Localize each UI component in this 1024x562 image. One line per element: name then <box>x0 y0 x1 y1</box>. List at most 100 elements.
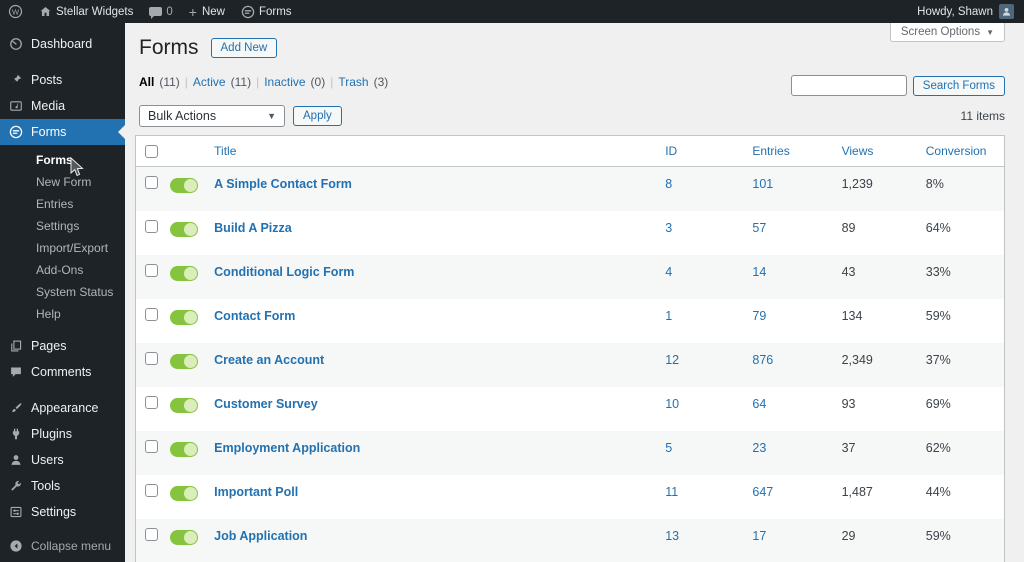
search-input[interactable] <box>790 75 907 96</box>
admin-bar-forms-menu[interactable]: Forms <box>233 0 300 23</box>
submenu-item-settings[interactable]: Settings <box>0 215 125 237</box>
collapse-menu-button[interactable]: Collapse menu <box>0 533 125 559</box>
form-title-link[interactable]: Build A Pizza <box>206 211 655 255</box>
form-entries-link[interactable]: 79 <box>752 309 766 323</box>
sidebar-item-posts[interactable]: Posts <box>0 67 125 93</box>
submenu-item-help[interactable]: Help <box>0 303 125 325</box>
form-entries-link[interactable]: 647 <box>752 485 773 499</box>
form-active-toggle[interactable] <box>170 353 199 369</box>
form-entries-link[interactable]: 57 <box>752 221 766 235</box>
column-header-conversion[interactable]: Conversion <box>912 136 1004 167</box>
form-entries-link[interactable]: 17 <box>752 529 766 543</box>
form-id-link[interactable]: 1 <box>665 309 672 323</box>
submenu-item-new-form[interactable]: New Form <box>0 171 125 193</box>
form-conversion: 59% <box>925 528 951 543</box>
form-entries-link[interactable]: 23 <box>752 441 766 455</box>
row-checkbox[interactable] <box>145 483 158 497</box>
row-checkbox[interactable] <box>145 176 158 189</box>
form-conversion: 64% <box>925 220 951 235</box>
submenu-item-system-status[interactable]: System Status <box>0 281 125 303</box>
form-views: 134 <box>841 308 863 323</box>
account-menu[interactable]: Howdy, Shawn <box>907 4 1024 19</box>
filter-inactive[interactable]: Inactive <box>264 75 305 89</box>
form-id-link[interactable]: 10 <box>665 397 679 411</box>
submenu-item-entries[interactable]: Entries <box>0 193 125 215</box>
form-active-toggle[interactable] <box>170 529 199 545</box>
form-id-link[interactable]: 11 <box>665 485 678 499</box>
column-header-views[interactable]: Views <box>828 136 913 167</box>
sidebar-item-dashboard[interactable]: Dashboard <box>0 31 125 57</box>
sidebar-item-plugins[interactable]: Plugins <box>0 421 125 447</box>
site-name-menu[interactable]: Stellar Widgets <box>31 0 141 23</box>
form-entries-link[interactable]: 876 <box>752 353 773 367</box>
plug-icon <box>8 427 23 442</box>
form-title-link[interactable]: Employment Application <box>206 431 655 475</box>
row-checkbox[interactable] <box>145 395 158 409</box>
row-checkbox[interactable] <box>145 263 158 277</box>
apply-button[interactable]: Apply <box>293 106 342 126</box>
admin-bar-forms-label: Forms <box>258 5 292 18</box>
sidebar-item-label: Comments <box>31 365 92 379</box>
row-checkbox[interactable] <box>145 439 158 453</box>
sidebar-item-settings[interactable]: Settings <box>0 499 125 525</box>
column-header-entries[interactable]: Entries <box>740 136 829 167</box>
form-title-link[interactable]: Create an Account <box>206 343 655 387</box>
sidebar-item-appearance[interactable]: Appearance <box>0 395 125 421</box>
form-active-toggle[interactable] <box>170 397 199 413</box>
submenu-item-add-ons[interactable]: Add-Ons <box>0 259 125 281</box>
form-active-toggle[interactable] <box>170 485 199 501</box>
form-active-toggle[interactable] <box>170 221 199 237</box>
form-views: 2,349 <box>841 352 873 367</box>
form-entries-link[interactable]: 101 <box>752 177 773 191</box>
form-id-link[interactable]: 5 <box>665 441 672 455</box>
screen-options-button[interactable]: Screen Options ▼ <box>889 23 1005 42</box>
form-entries-link[interactable]: 14 <box>752 265 766 279</box>
form-title-link[interactable]: Contact Form <box>206 299 655 343</box>
form-id-link[interactable]: 3 <box>665 221 672 235</box>
filter-active[interactable]: Active <box>193 75 226 89</box>
sidebar-item-forms[interactable]: Forms <box>0 119 125 145</box>
form-title-link[interactable]: Important Poll <box>206 475 655 519</box>
sidebar-item-label: Media <box>31 99 66 113</box>
form-active-toggle[interactable] <box>170 265 199 281</box>
form-active-toggle[interactable] <box>170 441 199 457</box>
filter-trash[interactable]: Trash <box>338 75 368 89</box>
search-forms-button[interactable]: Search Forms <box>912 75 1005 96</box>
bulk-actions-selected: Bulk Actions <box>148 109 217 123</box>
row-checkbox[interactable] <box>145 527 158 541</box>
form-id-link[interactable]: 8 <box>665 177 672 191</box>
form-title-link[interactable]: Customer Survey <box>206 387 655 431</box>
add-new-button[interactable]: Add New <box>210 38 278 58</box>
submenu-item-import-export[interactable]: Import/Export <box>0 237 125 259</box>
bulk-actions-select[interactable]: Bulk Actions ▼ <box>139 105 285 127</box>
row-checkbox[interactable] <box>145 219 158 233</box>
wordpress-logo[interactable]: W <box>0 0 31 23</box>
sidebar-item-label: Plugins <box>31 427 72 441</box>
brush-icon <box>8 401 23 416</box>
form-id-link[interactable]: 13 <box>665 529 679 543</box>
form-active-toggle[interactable] <box>170 309 199 325</box>
form-id-link[interactable]: 12 <box>665 353 679 367</box>
site-name-label: Stellar Widgets <box>56 5 134 18</box>
row-checkbox[interactable] <box>145 307 158 321</box>
form-entries-link[interactable]: 64 <box>752 397 766 411</box>
sidebar-item-pages[interactable]: Pages <box>0 333 125 359</box>
new-content-menu[interactable]: + New <box>181 0 233 23</box>
sidebar-item-tools[interactable]: Tools <box>0 473 125 499</box>
submenu-item-forms[interactable]: Forms <box>0 149 125 171</box>
sidebar-item-users[interactable]: Users <box>0 447 125 473</box>
column-header-id[interactable]: ID <box>655 136 741 167</box>
form-id-link[interactable]: 4 <box>665 265 672 279</box>
sidebar-item-media[interactable]: Media <box>0 93 125 119</box>
form-title-link[interactable]: Job Application <box>206 519 655 562</box>
form-active-toggle[interactable] <box>170 178 199 193</box>
sidebar-item-comments[interactable]: Comments <box>0 359 125 385</box>
filter-all[interactable]: All <box>139 75 154 89</box>
form-title-link[interactable]: A Simple Contact Form <box>206 167 655 211</box>
column-header-title[interactable]: Title <box>206 136 656 167</box>
form-title-link[interactable]: Conditional Logic Form <box>206 255 655 299</box>
row-checkbox[interactable] <box>145 351 158 365</box>
comments-menu[interactable]: 0 <box>141 0 180 23</box>
select-all-checkbox[interactable] <box>145 145 158 158</box>
items-count: 11 items <box>960 109 1005 123</box>
